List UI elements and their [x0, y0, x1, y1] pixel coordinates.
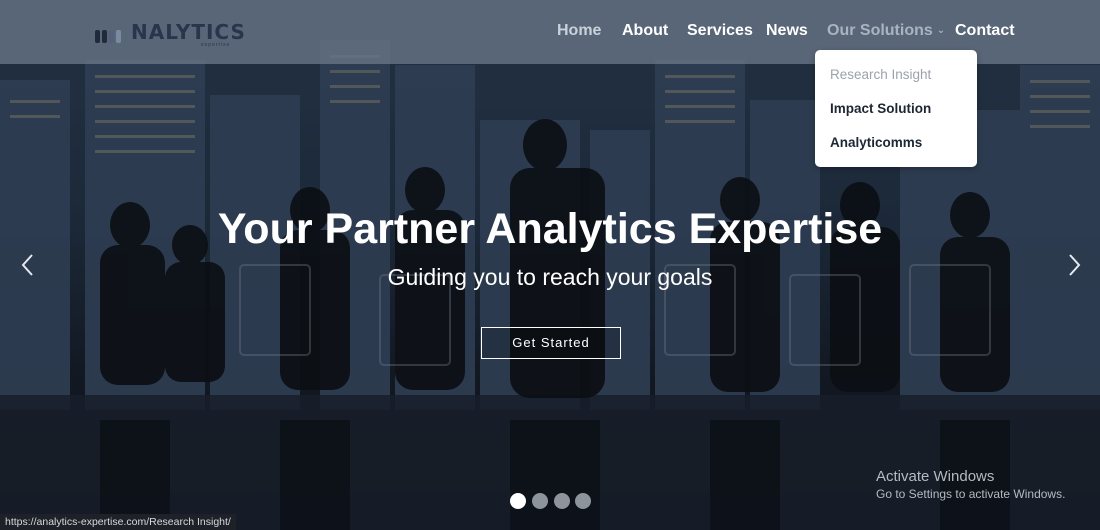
carousel-dot-1[interactable]: [510, 493, 526, 509]
carousel-next-button[interactable]: [1059, 250, 1089, 280]
nav-our-solutions-label: Our Solutions: [827, 22, 933, 39]
watermark-subtitle: Go to Settings to activate Windows.: [876, 487, 1066, 501]
nav-services[interactable]: Services: [687, 22, 753, 40]
carousel-dot-4[interactable]: [575, 493, 591, 509]
nav-about[interactable]: About: [622, 22, 668, 40]
nav-news[interactable]: News: [766, 22, 808, 40]
nav-our-solutions[interactable]: Our Solutions ⌄: [827, 22, 945, 40]
activate-windows-watermark: Activate Windows Go to Settings to activ…: [876, 468, 1065, 501]
watermark-title: Activate Windows: [876, 468, 995, 485]
hero-title: Your Partner Analytics Expertise: [217, 205, 883, 253]
chevron-down-icon: ⌄: [936, 25, 946, 36]
solutions-dropdown-menu: Research Insight Impact Solution Analyti…: [815, 50, 977, 167]
dropdown-item-research-insight[interactable]: Research Insight: [830, 67, 931, 82]
dropdown-item-analyticomms[interactable]: Analyticomms: [830, 135, 922, 150]
chevron-right-icon: [1069, 254, 1081, 276]
hero-subtitle: Guiding you to reach your goals: [387, 264, 713, 290]
carousel-prev-button[interactable]: [13, 250, 43, 280]
get-started-button[interactable]: Get Started: [481, 327, 621, 359]
carousel-dot-2[interactable]: [532, 493, 548, 509]
chevron-left-icon: [21, 254, 33, 276]
main-nav: Home About Services News Our Solutions ⌄ …: [0, 22, 1100, 44]
carousel-dot-3[interactable]: [554, 493, 570, 509]
nav-contact[interactable]: Contact: [955, 22, 1015, 40]
status-bar-url: https://analytics-expertise.com/Research…: [0, 514, 236, 530]
dropdown-item-impact-solution[interactable]: Impact Solution: [830, 101, 931, 116]
nav-home[interactable]: Home: [557, 22, 601, 40]
